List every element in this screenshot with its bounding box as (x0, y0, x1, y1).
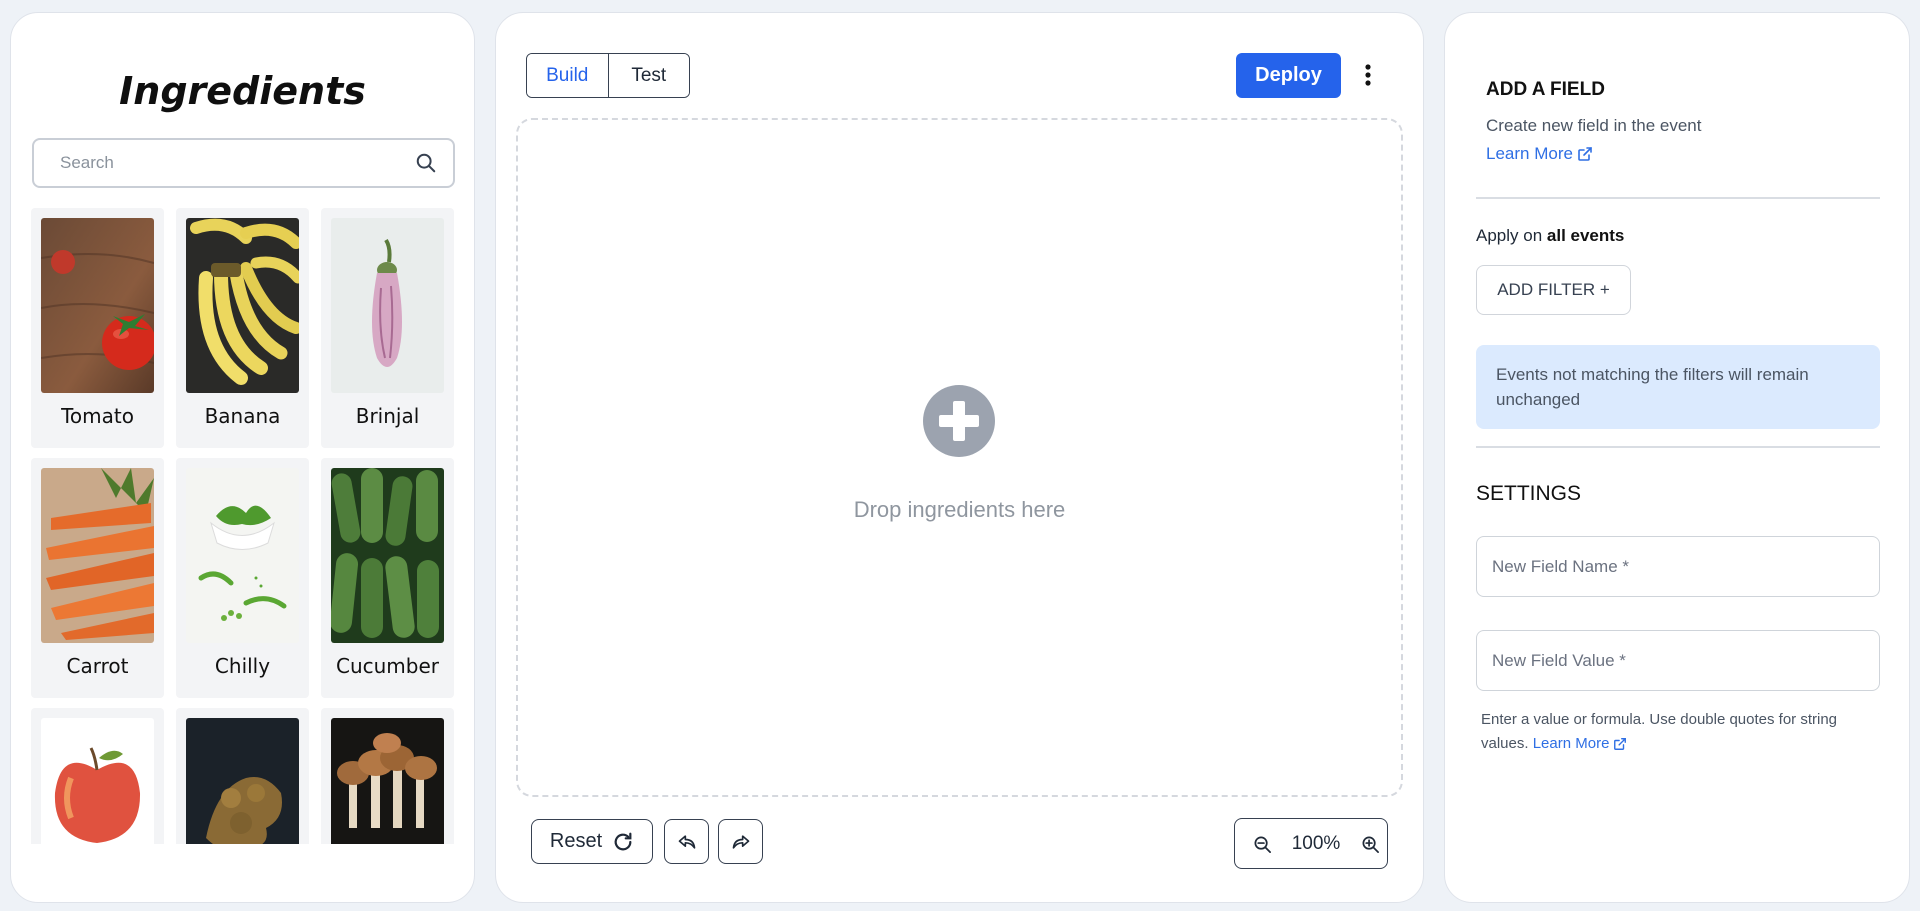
kebab-icon[interactable] (1360, 61, 1376, 89)
learn-more-label: Learn More (1486, 144, 1573, 163)
brinjal-image (331, 218, 444, 393)
divider (1476, 446, 1880, 448)
info-message: Events not matching the filters will rem… (1476, 345, 1880, 429)
ingredient-card-carrot[interactable]: Carrot (31, 458, 164, 698)
search-input[interactable] (36, 142, 396, 184)
ingredient-card-banana[interactable]: Banana (176, 208, 309, 448)
reset-label: Reset (549, 830, 603, 852)
learn-more-link[interactable]: Learn More (1486, 144, 1593, 164)
ingredient-card-cucumber[interactable]: Cucumber (321, 458, 454, 698)
undo-button[interactable] (664, 819, 709, 864)
apple-image (41, 718, 154, 844)
add-field-title: ADD A FIELD (1486, 79, 1605, 100)
chilly-image (186, 468, 299, 643)
ingredient-card-brinjal[interactable]: Brinjal (321, 208, 454, 448)
carrot-image (41, 468, 154, 643)
redo-button[interactable] (718, 819, 763, 864)
mushroom-image (331, 718, 444, 844)
ingredient-card-ginger[interactable] (176, 708, 309, 844)
zoom-control: 100% (1234, 818, 1388, 869)
external-link-icon (1614, 738, 1627, 750)
ingredient-card-tomato[interactable]: Tomato (31, 208, 164, 448)
ingredient-card-mushroom[interactable] (321, 708, 454, 844)
field-name-input[interactable] (1476, 536, 1880, 597)
ingredient-name: Tomato (61, 404, 134, 428)
redo-icon (732, 834, 749, 849)
ingredients-panel: Ingredients Tomato (10, 12, 475, 903)
ingredient-name: Cucumber (335, 654, 440, 678)
builder-panel: Build Test Deploy Drop ingredients here … (495, 12, 1424, 903)
tab-build[interactable]: Build (527, 54, 608, 97)
zoom-in-icon[interactable] (1361, 835, 1380, 854)
settings-title: SETTINGS (1476, 482, 1582, 505)
add-field-description: Create new field in the event (1486, 116, 1702, 135)
ingredients-grid: Tomato Banana Brinjal Carrot Chilly Cucu… (31, 208, 456, 844)
search-icon[interactable] (415, 152, 437, 174)
ingredient-card-apple[interactable] (31, 708, 164, 844)
deploy-button[interactable]: Deploy (1236, 53, 1341, 98)
drop-zone-text: Drop ingredients here (853, 497, 1066, 522)
mode-toggle: Build Test (526, 53, 690, 98)
plus-circle-icon[interactable] (923, 385, 995, 457)
zoom-out-icon[interactable] (1253, 835, 1272, 854)
settings-panel: ADD A FIELD Create new field in the even… (1444, 12, 1910, 903)
refresh-icon (614, 832, 632, 850)
apply-prefix: Apply on (1476, 226, 1547, 245)
ingredient-name: Carrot (66, 654, 129, 678)
ingredient-card-chilly[interactable]: Chilly (176, 458, 309, 698)
add-filter-button[interactable]: ADD FILTER + (1476, 265, 1631, 315)
cucumber-image (331, 468, 444, 643)
search-box (32, 138, 455, 188)
ingredient-name: Banana (204, 404, 281, 428)
drop-zone[interactable]: Drop ingredients here (516, 118, 1403, 797)
apply-on-text: Apply on all events (1476, 226, 1624, 246)
ingredient-name: Chilly (214, 654, 271, 678)
ginger-image (186, 718, 299, 844)
divider (1476, 197, 1880, 199)
apply-target: all events (1546, 226, 1625, 245)
tab-test[interactable]: Test (607, 54, 689, 97)
help-learn-more-label: Learn More (1532, 735, 1610, 752)
reset-button[interactable]: Reset (531, 819, 653, 864)
help-learn-more-link[interactable]: Learn More (1533, 732, 1628, 756)
undo-icon (678, 834, 695, 849)
ingredient-name: Brinjal (355, 404, 420, 428)
help-text: Enter a value or formula. Use double quo… (1481, 708, 1881, 756)
banana-image (186, 218, 299, 393)
field-value-input[interactable] (1476, 630, 1880, 691)
tomato-image (41, 218, 154, 393)
zoom-level: 100% (1291, 833, 1341, 854)
external-link-icon (1578, 147, 1592, 161)
ingredients-title: Ingredients (119, 69, 366, 113)
